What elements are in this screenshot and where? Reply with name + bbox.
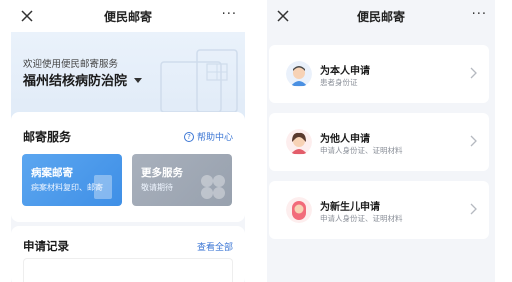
welcome-text: 欢迎使用便民邮寄服务 — [23, 59, 119, 70]
option-label: 为他人申请 — [320, 134, 370, 145]
more-services-tile[interactable]: 更多服务 敬请期待 — [132, 154, 232, 206]
close-icon[interactable] — [19, 8, 35, 24]
female-avatar-icon — [286, 129, 312, 155]
record-list-item[interactable] — [23, 258, 233, 282]
more-menu-icon[interactable]: ··· — [222, 8, 237, 21]
records-section-title: 申请记录 — [23, 239, 69, 253]
close-icon[interactable] — [275, 8, 291, 24]
view-all-link[interactable]: 查看全部 — [197, 240, 233, 253]
application-records-card: 申请记录 查看全部 — [11, 226, 245, 282]
apply-for-newborn-option[interactable]: 为新生儿申请 申请人身份证、证明材料 — [269, 181, 489, 239]
hospital-selector[interactable]: 福州结核病防治院 — [23, 70, 143, 89]
option-description: 申请人身份证、证明材料 — [320, 214, 403, 223]
baby-avatar-icon — [286, 197, 312, 223]
hospital-building-illustration — [160, 49, 238, 113]
tile-title: 病案邮寄 — [31, 167, 73, 179]
nav-title: 便民邮寄 — [356, 9, 405, 24]
option-description: 患者身份证 — [320, 78, 358, 87]
tile-title: 更多服务 — [141, 167, 183, 179]
grid-icon — [201, 175, 225, 199]
chevron-right-icon — [470, 67, 477, 79]
screenshot: 便民邮寄 ··· 欢迎使用便民邮寄服务 福州结核病防治院 邮寄服务 ? 帮助中心… — [0, 0, 512, 282]
mail-service-home-screen: 便民邮寄 ··· 欢迎使用便民邮寄服务 福州结核病防治院 邮寄服务 ? 帮助中心… — [11, 0, 245, 282]
help-center-label: 帮助中心 — [196, 133, 233, 143]
medical-record-mail-tile[interactable]: 病案邮寄 病案材料复印、邮寄 — [22, 154, 122, 206]
document-icon — [94, 175, 112, 199]
hospital-name: 福州结核病防治院 — [23, 74, 128, 89]
tile-subtitle: 敬请期待 — [141, 183, 173, 192]
apply-for-self-option[interactable]: 为本人申请 患者身份证 — [269, 45, 489, 103]
nav-bar: 便民邮寄 ··· — [267, 0, 495, 32]
option-label: 为本人申请 — [320, 66, 370, 77]
chevron-right-icon — [470, 203, 477, 215]
service-section-title: 邮寄服务 — [23, 130, 72, 144]
male-avatar-icon — [286, 61, 312, 87]
option-label: 为新生儿申请 — [320, 202, 380, 213]
more-menu-icon[interactable]: ··· — [472, 8, 487, 21]
question-icon: ? — [183, 131, 194, 142]
nav-bar: 便民邮寄 ··· — [11, 0, 245, 32]
apply-for-screen: 便民邮寄 ··· 为本人申请 患者身份证 为他人申请 申请人身份证、证明材料 为… — [267, 0, 495, 282]
chevron-right-icon — [470, 135, 477, 147]
help-center-link[interactable]: ? 帮助中心 — [183, 130, 233, 143]
nav-title: 便民邮寄 — [103, 9, 152, 24]
option-description: 申请人身份证、证明材料 — [320, 146, 403, 155]
mail-service-card: 邮寄服务 ? 帮助中心 病案邮寄 病案材料复印、邮寄 更多服务 敬请期待 — [11, 112, 245, 222]
apply-for-others-option[interactable]: 为他人申请 申请人身份证、证明材料 — [269, 113, 489, 171]
caret-down-icon — [134, 78, 143, 83]
